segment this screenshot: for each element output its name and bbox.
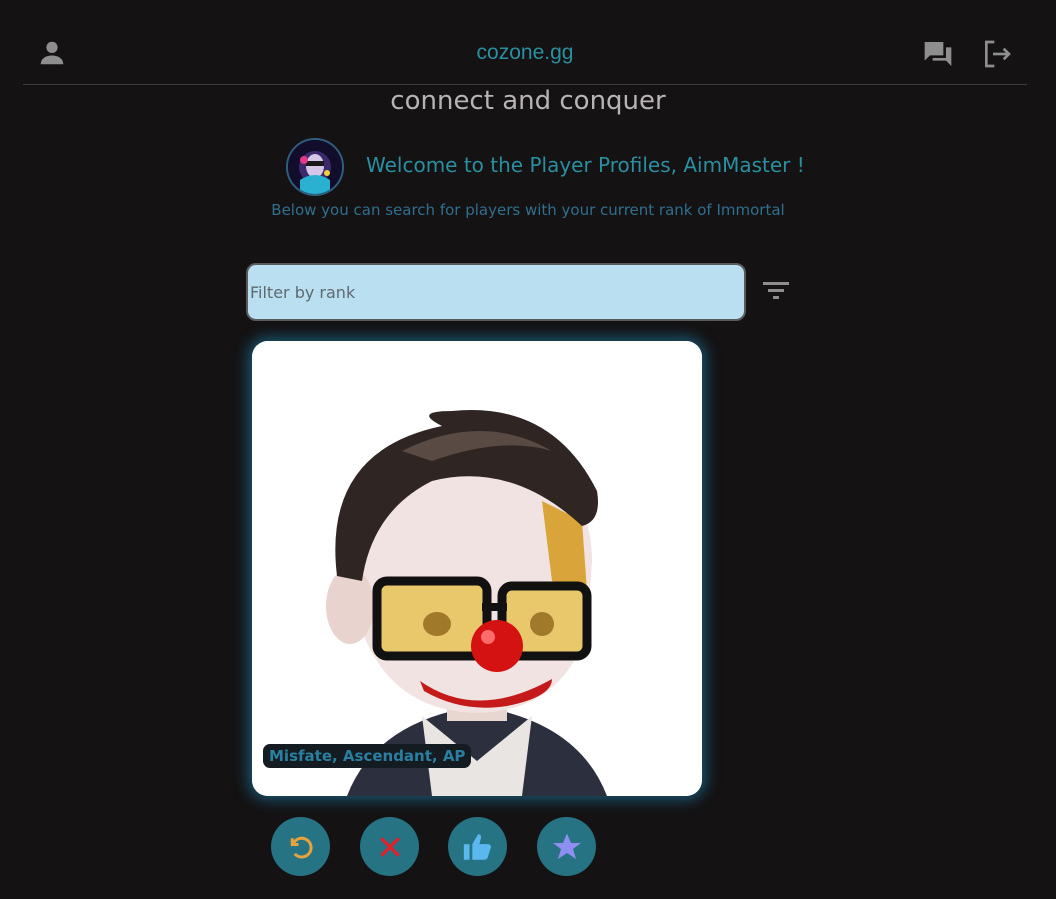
thumbs-up-icon <box>463 833 491 860</box>
star-icon <box>552 833 581 859</box>
player-portrait <box>252 341 702 796</box>
chat-icon[interactable] <box>921 38 955 75</box>
welcome-heading: Welcome to the Player Profiles, AimMaste… <box>366 153 805 177</box>
reject-button[interactable] <box>360 817 419 876</box>
tagline: connect and conquer <box>390 86 666 116</box>
avatar[interactable] <box>286 138 344 196</box>
player-caption: Misfate, Ascendant, AP <box>263 744 472 768</box>
superlike-button[interactable] <box>537 817 596 876</box>
top-nav: cozone.gg <box>23 22 1027 85</box>
page: cozone.gg connect and conquer Welcome to… <box>0 0 1056 899</box>
close-icon <box>379 836 400 857</box>
welcome-subtitle: Below you can search for players with yo… <box>271 201 785 219</box>
undo-button[interactable] <box>271 817 330 876</box>
player-card[interactable]: Misfate, Ascendant, AP <box>252 341 702 796</box>
undo-icon <box>290 836 313 858</box>
filter-icon[interactable] <box>760 278 792 309</box>
like-button[interactable] <box>448 817 507 876</box>
logout-icon[interactable] <box>981 38 1013 75</box>
brand-title[interactable]: cozone.gg <box>23 41 1027 65</box>
rank-filter-input[interactable] <box>246 263 746 321</box>
